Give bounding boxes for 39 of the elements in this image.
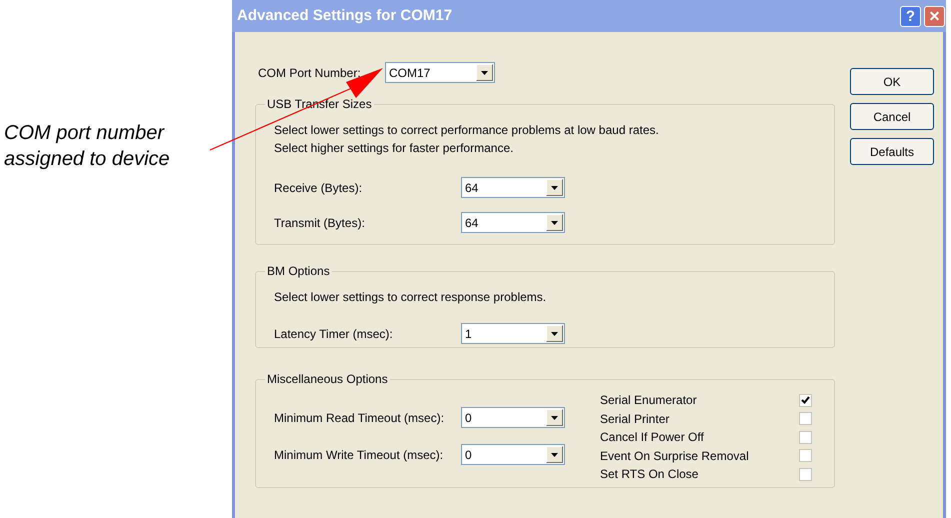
field-label: Receive (Bytes): <box>274 180 364 196</box>
dialog-button[interactable]: Cancel <box>850 103 934 130</box>
caret-icon <box>546 446 563 463</box>
checkbox-label: Set RTS On Close <box>600 466 700 484</box>
checkbox[interactable] <box>799 430 812 444</box>
dialog-button[interactable]: Defaults <box>850 138 934 165</box>
checkbox[interactable] <box>799 394 812 407</box>
field-label: COM Port Number: <box>258 64 362 82</box>
checkbox[interactable] <box>799 468 812 481</box>
instruction-text: Select lower settings to correct response problems. <box>274 289 548 306</box>
caret-icon <box>546 214 563 231</box>
instruction-text: Select lower settings to correct performance problems at low baud rates. <box>274 122 660 139</box>
checkbox-label: Cancel If Power Off <box>600 429 705 446</box>
help-button[interactable]: ? <box>900 6 921 26</box>
dropdown-field[interactable]: 0 <box>461 407 565 428</box>
dropdown-field[interactable]: 0 <box>461 444 565 465</box>
group-title: Miscellaneous Options <box>266 371 389 388</box>
checkbox-label: Event On Surprise Removal <box>600 448 750 465</box>
window-title: Advanced Settings for COM17 <box>237 6 454 26</box>
checkbox-label: Serial Enumerator <box>600 392 698 410</box>
caret-icon <box>546 409 563 426</box>
group-title: BM Options <box>266 263 331 280</box>
dropdown-field[interactable]: 64 <box>461 212 565 233</box>
dropdown-field[interactable]: COM17 <box>385 62 495 83</box>
caret-icon <box>476 64 493 81</box>
field-label: Minimum Write Timeout (msec): <box>274 446 444 464</box>
dropdown-field[interactable]: 1 <box>461 323 565 344</box>
annotation-text: COM port number assigned to device <box>4 121 171 172</box>
dialog-button[interactable]: OK <box>850 68 934 95</box>
dropdown-field[interactable]: 64 <box>461 177 565 198</box>
checkbox[interactable] <box>799 412 812 426</box>
instruction-text: Select higher settings for faster performance. <box>274 140 514 157</box>
field-label: Latency Timer (msec): <box>274 326 394 342</box>
checkbox-label: Serial Printer <box>600 410 670 428</box>
caret-icon <box>546 179 563 196</box>
field-label: Minimum Read Timeout (msec): <box>274 410 446 426</box>
caret-icon <box>546 325 563 342</box>
field-label: Transmit (Bytes): <box>274 214 366 232</box>
checkbox[interactable] <box>799 449 812 462</box>
